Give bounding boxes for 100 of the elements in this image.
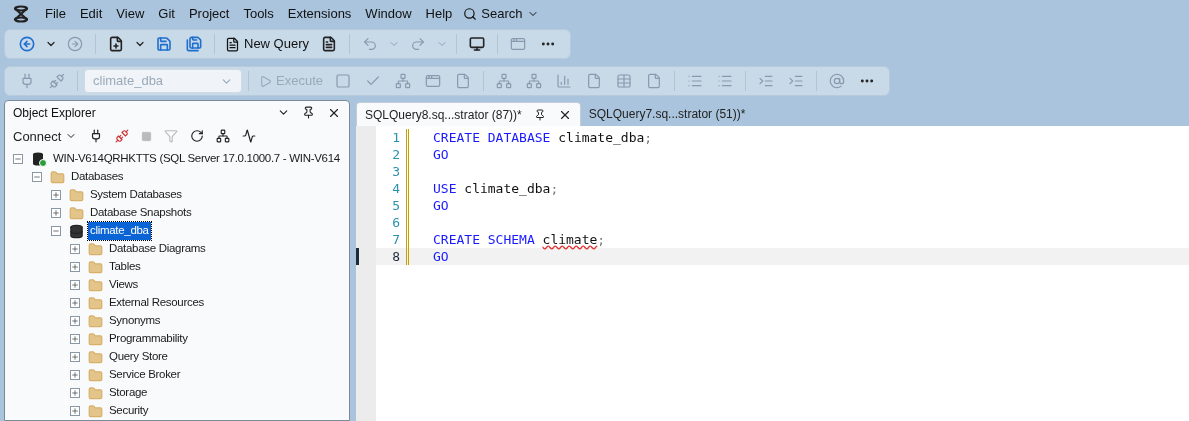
- line-number: 1: [391, 128, 401, 147]
- code-line: CREATE DATABASE climate_dba;: [432, 128, 653, 147]
- line-number: 2: [391, 145, 401, 164]
- plus-icon: [71, 371, 79, 379]
- expand-toggle[interactable]: [70, 244, 80, 254]
- expand-toggle[interactable]: [70, 316, 80, 326]
- line-number: 4: [391, 179, 401, 198]
- connect-button[interactable]: Connect: [13, 126, 78, 146]
- tree-item[interactable]: Database Diagrams: [107, 240, 208, 258]
- minus-icon: [33, 173, 41, 181]
- folder-icon: [88, 331, 103, 347]
- expand-toggle[interactable]: [70, 406, 80, 416]
- folder-icon: [69, 205, 84, 221]
- line-number: 6: [391, 213, 401, 232]
- folder-icon: [88, 367, 103, 383]
- database-icon: [69, 223, 84, 239]
- collapse-toggle[interactable]: [51, 226, 61, 236]
- code-line: GO: [432, 196, 449, 215]
- new-query-button[interactable]: New Query: [221, 32, 314, 56]
- minus-icon: [14, 155, 22, 163]
- tree-item[interactable]: Query Store: [107, 348, 170, 366]
- play-icon: [259, 74, 272, 88]
- expand-toggle[interactable]: [51, 190, 61, 200]
- menu-item[interactable]: Tools: [236, 3, 281, 24]
- tree-item[interactable]: climate_dba: [88, 222, 151, 240]
- folder-icon: [50, 169, 65, 185]
- filter-icon[interactable]: [164, 129, 179, 144]
- menu-item[interactable]: Extensions: [280, 3, 359, 24]
- menu-item[interactable]: Edit: [72, 3, 110, 24]
- pin-icon[interactable]: [302, 106, 315, 120]
- folder-icon: [88, 403, 103, 419]
- expand-toggle[interactable]: [70, 298, 80, 308]
- document-icon: [225, 36, 240, 52]
- refresh-icon[interactable]: [190, 129, 205, 144]
- folder-icon: [88, 313, 103, 329]
- code-line: CREATE SCHEMA climate;: [432, 230, 606, 249]
- plus-icon: [71, 299, 79, 307]
- search-button[interactable]: Search: [459, 3, 543, 24]
- tree-item[interactable]: Security: [107, 402, 151, 420]
- tree-item[interactable]: Views: [107, 276, 140, 294]
- line-number: 7: [391, 230, 401, 249]
- tree-item[interactable]: Storage: [107, 384, 150, 402]
- folder-icon: [88, 295, 103, 311]
- expand-toggle[interactable]: [70, 262, 80, 272]
- editor-tab[interactable]: SQLQuery8.sq...strator (87))*: [356, 102, 581, 126]
- code-editor[interactable]: 1 CREATE DATABASE climate_dba; 2 GO 3 4 USE climate_dba; 5 GO 6 7 CREATE SCHEMA climate; 8 GO: [356, 126, 1189, 421]
- plus-icon: [71, 263, 79, 271]
- plus-icon: [71, 389, 79, 397]
- code-line: GO: [432, 247, 449, 266]
- code-line: USE climate_dba;: [432, 179, 559, 198]
- activity-icon[interactable]: [242, 129, 257, 144]
- code-line: GO: [432, 145, 449, 164]
- folder-icon: [88, 277, 103, 293]
- tree-item[interactable]: Synonyms: [107, 312, 163, 330]
- server-icon: [31, 151, 47, 167]
- plus-icon: [71, 245, 79, 253]
- tree-item[interactable]: Service Broker: [107, 366, 183, 384]
- line-number: 5: [391, 196, 401, 215]
- line-number: 3: [391, 162, 401, 181]
- folder-icon: [69, 187, 84, 203]
- collapse-toggle[interactable]: [32, 172, 42, 182]
- line-number: 8: [391, 247, 401, 266]
- menu-item[interactable]: Window: [358, 3, 419, 24]
- tree-item[interactable]: Tables: [107, 258, 143, 276]
- collapse-toggle[interactable]: [13, 154, 23, 164]
- expand-toggle[interactable]: [51, 208, 61, 218]
- unplug-icon[interactable]: [115, 129, 130, 144]
- plus-icon: [71, 353, 79, 361]
- plus-icon: [71, 335, 79, 343]
- tree-item[interactable]: Databases: [69, 168, 126, 186]
- tree-item[interactable]: System Databases: [88, 186, 184, 204]
- menu-item[interactable]: Help: [418, 3, 460, 24]
- plus-icon: [71, 281, 79, 289]
- plus-icon: [52, 209, 60, 217]
- plus-icon: [52, 191, 60, 199]
- folder-icon: [88, 241, 103, 257]
- folder-icon: [88, 349, 103, 365]
- expand-toggle[interactable]: [70, 388, 80, 398]
- minus-icon: [52, 227, 60, 235]
- app-logo-icon: [12, 4, 30, 23]
- menu-item[interactable]: View: [109, 3, 152, 24]
- panel-title: Object Explorer: [13, 104, 96, 122]
- diagram-icon[interactable]: [216, 129, 231, 144]
- expand-toggle[interactable]: [70, 370, 80, 380]
- tree-item[interactable]: Database Snapshots: [88, 204, 194, 222]
- folder-icon: [88, 259, 103, 275]
- menu-item[interactable]: Git: [151, 3, 182, 24]
- tree-item[interactable]: Programmability: [107, 330, 190, 348]
- editor-tab[interactable]: SQLQuery7.sq...strator (51))*: [580, 102, 754, 126]
- menu-item[interactable]: File: [38, 3, 73, 24]
- expand-toggle[interactable]: [70, 352, 80, 362]
- stop-icon[interactable]: [141, 130, 153, 142]
- folder-icon: [88, 385, 103, 401]
- menu-item[interactable]: Project: [181, 3, 237, 24]
- expand-toggle[interactable]: [70, 334, 80, 344]
- pin-icon[interactable]: [533, 108, 546, 121]
- tree-item[interactable]: External Resources: [107, 294, 206, 312]
- plus-icon: [71, 317, 79, 325]
- tree-item[interactable]: WIN-V614QRHKTTS (SQL Server 17.0.1000.7 - WIN-V614: [51, 150, 342, 168]
- expand-toggle[interactable]: [70, 280, 80, 290]
